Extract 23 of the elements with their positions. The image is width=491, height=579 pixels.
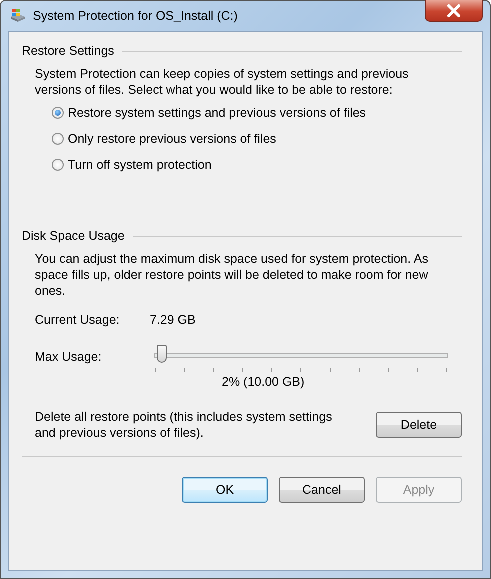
dialog-button[interactable]: Cancel xyxy=(279,477,365,503)
dialog-button: Apply xyxy=(376,477,462,503)
delete-button[interactable]: Delete xyxy=(376,412,462,438)
radio-button[interactable] xyxy=(52,133,64,145)
description-text: Delete all restore points (this includes system settings and previous versions of files). xyxy=(35,409,334,441)
section-heading: Restore Settings xyxy=(22,44,114,58)
radio-label[interactable]: Turn off system protection xyxy=(68,158,212,172)
field-label: Max Usage: xyxy=(35,349,103,364)
field-value: 7.29 GB xyxy=(150,313,196,327)
section-heading: Disk Space Usage xyxy=(22,229,125,243)
dialog-button[interactable]: OK xyxy=(182,477,268,503)
close-button[interactable] xyxy=(425,0,483,22)
close-icon xyxy=(446,4,462,18)
drive-icon xyxy=(9,8,27,24)
radio-label[interactable]: Only restore previous versions of files xyxy=(68,132,276,146)
radio-label[interactable]: Restore system settings and previous versions of files xyxy=(68,106,366,120)
description-text: System Protection can keep copies of system settings and previous versions of files. Select what you would like to be able to restore: xyxy=(35,66,410,98)
radio-button[interactable] xyxy=(52,107,64,119)
window-title: System Protection for OS_Install (C:) xyxy=(33,9,239,23)
slider-reading: 2% (10.00 GB) xyxy=(222,375,305,389)
field-label: Current Usage: xyxy=(35,313,121,327)
description-text: You can adjust the maximum disk space used for system protection. As space fills up, older restore points will be deleted to make room for new ones. xyxy=(35,251,430,299)
radio-button[interactable] xyxy=(52,159,64,171)
